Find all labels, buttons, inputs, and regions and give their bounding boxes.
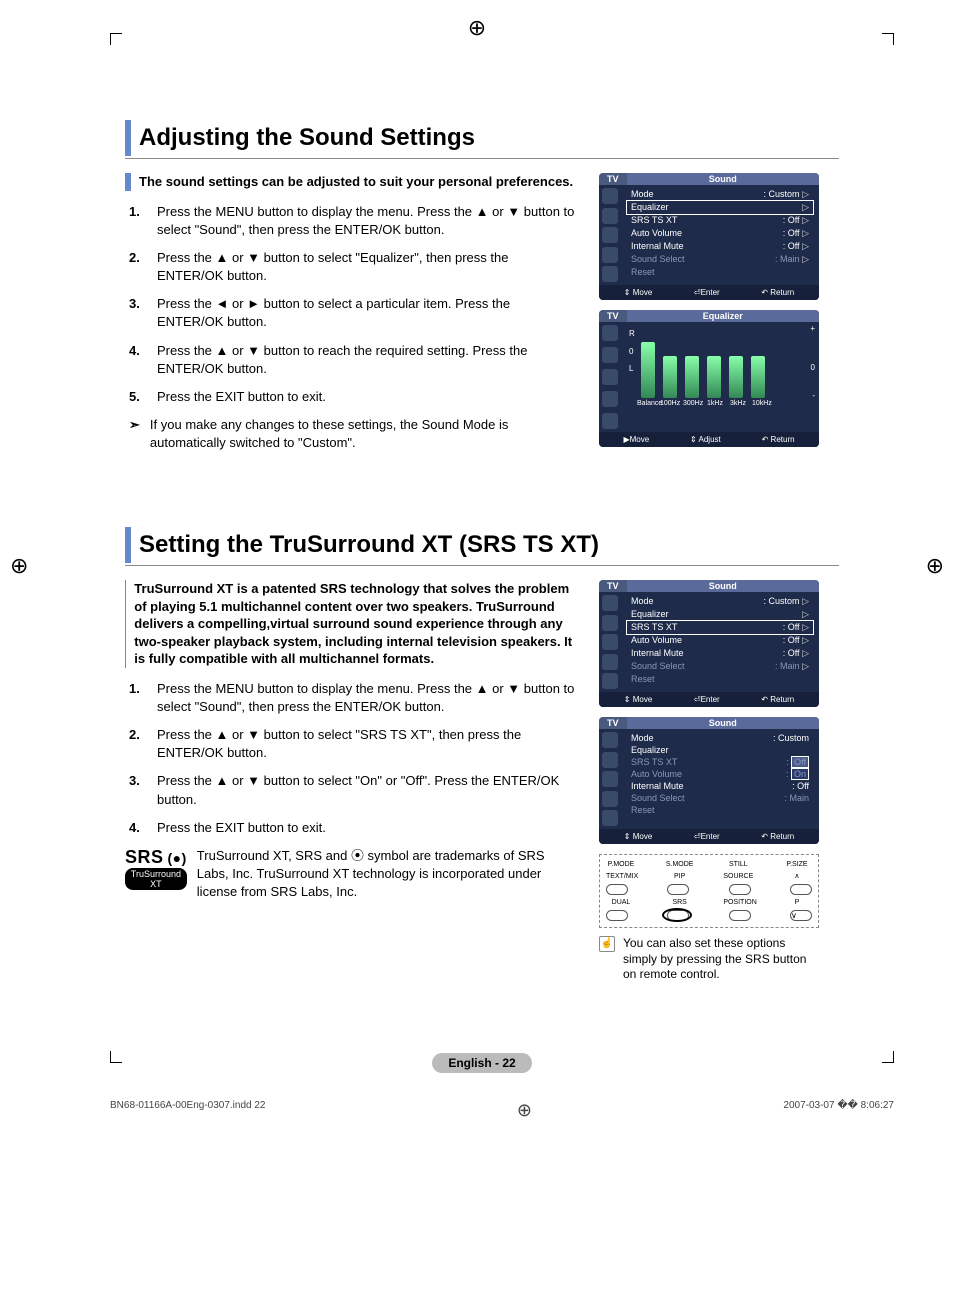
osd-sound-menu: TV Sound Mode: Custom ▷ Equalizer▷ (599, 173, 819, 300)
eq-minus-label: - (812, 391, 815, 400)
eq-bars: + 0 - (627, 328, 813, 398)
step-item: Press the ▲ or ▼ button to reach the req… (157, 342, 575, 378)
osd-sound-dropdown: TV Sound Mode: Custom Equalizer SRS TS X… (599, 717, 819, 844)
srs-logo: SRS(●) TruSurround XT (125, 847, 187, 902)
print-timestamp: 2007-03-07 �� 8:06:27 (783, 1100, 894, 1121)
osd-category-icon (602, 266, 618, 282)
steps-list: Press the MENU button to display the men… (125, 203, 575, 407)
srs-symbol-icon: (●) (168, 850, 187, 866)
intro-accent-bar (125, 580, 126, 668)
osd-row-highlight: SRS TS XT: Off ▷ (627, 621, 813, 634)
osd-title: Sound (627, 717, 819, 729)
osd-category-icon (602, 188, 618, 204)
osd-row-disabled: Reset (627, 266, 813, 278)
step-item: Press the ◄ or ► button to select a part… (157, 295, 575, 331)
eq-slider (641, 342, 655, 398)
eq-zero-label: 0 (811, 363, 815, 372)
osd-category-icon (602, 391, 618, 407)
osd-category-icon (602, 347, 618, 363)
osd-row: Equalizer (627, 744, 813, 756)
step-item: Press the ▲ or ▼ button to select "On" o… (157, 772, 575, 808)
section-rule (125, 158, 839, 159)
eq-plus-label: + (810, 324, 815, 333)
osd-row-disabled: Sound Select: Main ▷ (627, 253, 813, 266)
osd-row: Auto Volume: Off ▷ (627, 227, 813, 240)
osd-tab: TV (599, 717, 627, 729)
osd-tab: TV (599, 310, 627, 322)
osd-dropdown-option-selected: On (791, 768, 809, 780)
section-title: Adjusting the Sound Settings (139, 120, 475, 156)
osd-row: Internal Mute: Off ▷ (627, 647, 813, 660)
osd-row: SRS TS XT: Off ▷ (627, 214, 813, 227)
osd-title: Sound (627, 580, 819, 592)
section-intro: The sound settings can be adjusted to su… (139, 173, 573, 191)
step-item: Press the MENU button to display the men… (157, 680, 575, 716)
section-srs-ts-xt: Setting the TruSurround XT (SRS TS XT) T… (125, 527, 839, 983)
osd-title: Sound (627, 173, 819, 185)
osd-title: Equalizer (627, 310, 819, 322)
osd-category-icon (602, 413, 618, 429)
step-item: Press the ▲ or ▼ button to select "SRS T… (157, 726, 575, 762)
osd-row: Mode: Custom (627, 732, 813, 744)
eq-slider (663, 356, 677, 398)
tip-text: You can also set these options simply by… (623, 936, 819, 983)
osd-category-icon (602, 208, 618, 224)
print-file-name: BN68-01166A-00Eng-0307.indd 22 (110, 1100, 266, 1121)
osd-row: Mode: Custom ▷ (627, 188, 813, 201)
osd-row: Internal Mute: Off ▷ (627, 240, 813, 253)
osd-row: Internal Mute: Off (627, 780, 813, 792)
step-item: Press the MENU button to display the men… (157, 203, 575, 239)
note-text: If you make any changes to these setting… (150, 416, 575, 452)
osd-row: Equalizer▷ (627, 608, 813, 621)
osd-row: Auto Volume: Off ▷ (627, 634, 813, 647)
osd-row-disabled: Reset (627, 673, 813, 685)
osd-tab: TV (599, 173, 627, 185)
note: ➣ If you make any changes to these setti… (125, 416, 575, 452)
hand-icon: ☝ (599, 936, 615, 952)
page-number-pill: English - 22 (432, 1053, 531, 1073)
osd-row-disabled: Sound Select: Main ▷ (627, 660, 813, 673)
osd-footer: ⇕ Move⏎Enter↶ Return (599, 285, 819, 300)
osd-category-icon (602, 247, 618, 263)
osd-tab: TV (599, 580, 627, 592)
osd-category-icon (602, 325, 618, 341)
section-intro: TruSurround XT is a patented SRS technol… (134, 580, 575, 668)
page-footer: English - 22 (125, 1053, 839, 1073)
eq-slider (685, 356, 699, 398)
osd-category-icon (602, 227, 618, 243)
osd-sound-menu: TV Sound Mode: Custom ▷ Equalizer▷ SRS T… (599, 580, 819, 707)
osd-row-disabled: Sound Select: Main (627, 792, 813, 804)
title-accent-bar (125, 527, 131, 563)
tip: ☝ You can also set these options simply … (599, 936, 819, 983)
step-item: Press the EXIT button to exit. (157, 819, 575, 837)
osd-row: SRS TS XT : Off (627, 756, 813, 768)
section-rule (125, 565, 839, 566)
remote-diagram: P.MODES.MODESTILLP.SIZE TEXT/MIXPIPSOURC… (599, 854, 819, 928)
section-adjusting-sound: Adjusting the Sound Settings The sound s… (125, 120, 839, 457)
osd-category-icon (602, 369, 618, 385)
step-item: Press the ▲ or ▼ button to select "Equal… (157, 249, 575, 285)
osd-row-disabled: Reset (627, 804, 813, 816)
steps-list: Press the MENU button to display the men… (125, 680, 575, 837)
osd-row-highlight: Equalizer▷ (627, 201, 813, 214)
intro-accent-bar (125, 173, 131, 191)
eq-slider (751, 356, 765, 398)
osd-equalizer: TV Equalizer R0L (599, 310, 819, 447)
note-marker-icon: ➣ (129, 416, 140, 452)
title-accent-bar (125, 120, 131, 156)
osd-row: Auto Volume : On (627, 768, 813, 780)
eq-slider (729, 356, 743, 398)
step-item: Press the EXIT button to exit. (157, 388, 575, 406)
osd-row: Mode: Custom ▷ (627, 595, 813, 608)
section-title: Setting the TruSurround XT (SRS TS XT) (139, 527, 599, 563)
osd-footer: ▶Move⇕ Adjust↶ Return (599, 432, 819, 447)
eq-band-labels: Balance100Hz300Hz1kHz3kHz10kHz (627, 398, 813, 407)
srs-trademark-text: TruSurround XT, SRS and ⦿ symbol are tra… (197, 847, 575, 902)
registration-mark-icon: ⊕ (517, 1100, 532, 1121)
osd-dropdown-option: Off (791, 756, 809, 768)
eq-slider (707, 356, 721, 398)
print-footer: BN68-01166A-00Eng-0307.indd 22 ⊕ 2007-03… (110, 1100, 894, 1121)
